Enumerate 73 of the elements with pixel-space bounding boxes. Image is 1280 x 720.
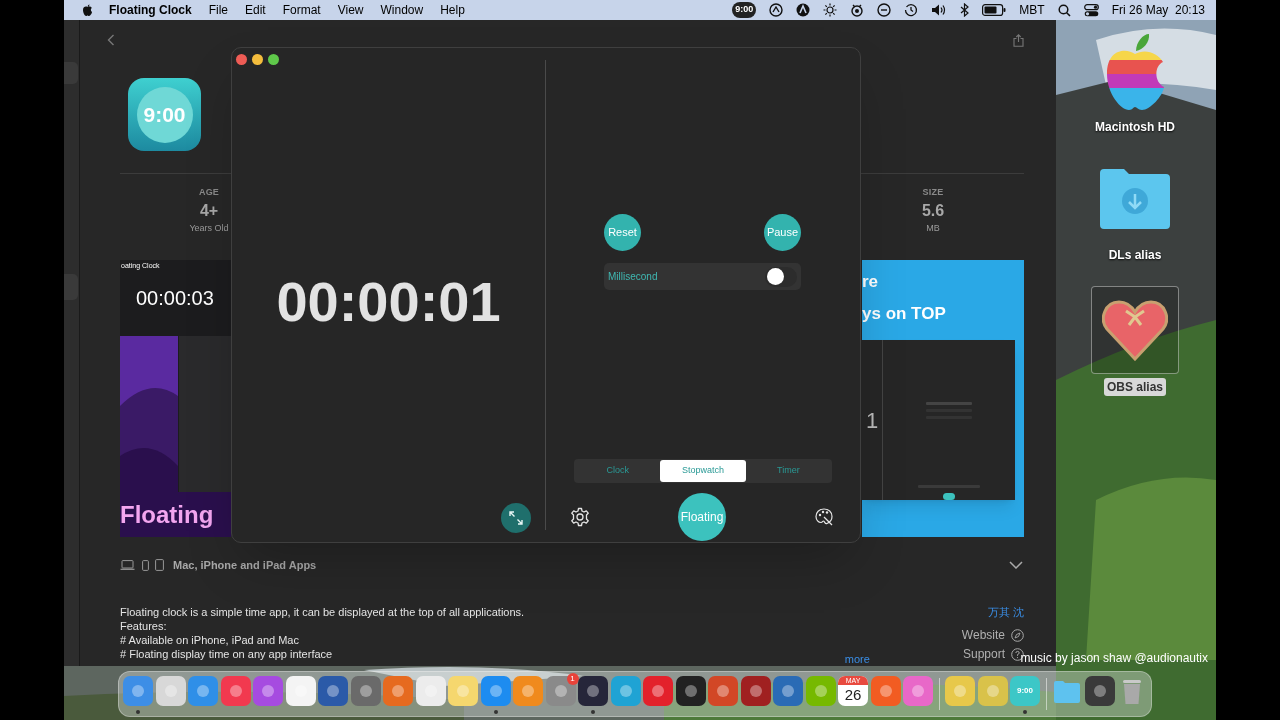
info-caption: Years Old: [189, 221, 229, 235]
calendar-day: 26: [844, 685, 862, 704]
mode-tab[interactable]: Stopwatch: [660, 460, 746, 482]
platforms-label: Mac, iPhone and iPad Apps: [173, 557, 317, 573]
app-menu[interactable]: Floating Clock: [109, 1, 192, 19]
more-link[interactable]: more: [844, 652, 870, 666]
menu-item[interactable]: View: [337, 1, 364, 19]
date-time[interactable]: Fri 26 May 20:13: [1111, 1, 1205, 19]
banner-text: Floating: [120, 500, 214, 529]
info-caption: MB: [926, 221, 940, 235]
screenshot-headline: re: [862, 272, 880, 292]
description-line: Features:: [120, 619, 168, 633]
developer-link[interactable]: 万其 沈: [987, 605, 1024, 619]
battery-icon[interactable]: [982, 4, 1007, 16]
mini-button: [943, 492, 955, 500]
compass-icon[interactable]: [1011, 629, 1024, 642]
description-line: # Available on iPhone, iPad and Mac: [120, 633, 300, 647]
menu-item[interactable]: Help: [440, 1, 465, 19]
app-icon[interactable]: [675, 676, 706, 706]
clock-status-icon[interactable]: 9:00: [732, 2, 757, 18]
close-button[interactable]: [236, 53, 247, 65]
back-icon[interactable]: [107, 34, 115, 46]
clock-app-label: 9:00: [1017, 685, 1033, 697]
minimize-button[interactable]: [252, 53, 263, 65]
mode-tab[interactable]: Timer: [745, 460, 831, 482]
zoom-button[interactable]: [268, 53, 279, 65]
expand-icon: [509, 511, 523, 525]
settings-icon[interactable]: [570, 507, 590, 527]
palette-icon[interactable]: [814, 507, 834, 527]
stopwatch-time: 00:00:01: [276, 270, 501, 334]
app-icon[interactable]: [285, 676, 316, 706]
status-icon[interactable]: [877, 3, 892, 17]
bluetooth-icon[interactable]: [960, 3, 970, 17]
menu-item[interactable]: Format: [282, 1, 321, 19]
app-icon[interactable]: [578, 676, 608, 706]
info-heading: SIZE: [922, 186, 944, 199]
tablet-icon: [155, 559, 164, 571]
chevron-down-icon[interactable]: [1009, 561, 1023, 569]
sun-icon[interactable]: [823, 3, 838, 17]
mini-digit: 1: [865, 406, 879, 435]
info-heading: AGE: [198, 186, 220, 199]
search-icon[interactable]: [1057, 3, 1071, 17]
phone-icon: [142, 559, 149, 571]
expand-button[interactable]: [501, 503, 531, 533]
apple-icon[interactable]: [82, 3, 93, 17]
toggles-icon[interactable]: [1083, 3, 1099, 17]
app-icon[interactable]: [740, 676, 771, 706]
menu-item[interactable]: Window: [380, 1, 424, 19]
menu-item[interactable]: File: [208, 1, 228, 19]
speaker-icon[interactable]: [931, 3, 948, 17]
app-icon-label: 9:00: [136, 86, 193, 143]
description-line: Floating clock is a simple time app, it can be displayed at the top of all applications.: [120, 605, 525, 619]
screenshot-time: 00:00:03: [135, 286, 215, 310]
history-icon[interactable]: [904, 3, 919, 17]
status-icon[interactable]: [850, 3, 865, 17]
toggle-switch[interactable]: [765, 266, 797, 287]
screenshot[interactable]: re ys on TOP 1: [862, 260, 1024, 537]
app-icon[interactable]: [155, 676, 186, 706]
laptop-icon: [120, 560, 135, 570]
info-value: 4+: [199, 200, 219, 221]
app-icon[interactable]: [415, 676, 446, 706]
screenshot-headline: ys on TOP: [862, 304, 947, 324]
info-value: 5.6: [921, 200, 945, 221]
status-icon[interactable]: [796, 3, 811, 17]
link-label[interactable]: Website: [961, 628, 1005, 643]
input-source[interactable]: MBT: [1019, 1, 1045, 19]
description-line: # Floating display time on any app interface: [120, 647, 334, 661]
share-icon[interactable]: [1013, 33, 1024, 47]
link-label[interactable]: Support: [962, 647, 1005, 662]
millisecond-label: Millisecond: [608, 270, 658, 284]
menu-item[interactable]: Edit: [245, 1, 266, 19]
status-icon[interactable]: [769, 3, 784, 17]
mode-tab[interactable]: Clock: [575, 460, 661, 482]
